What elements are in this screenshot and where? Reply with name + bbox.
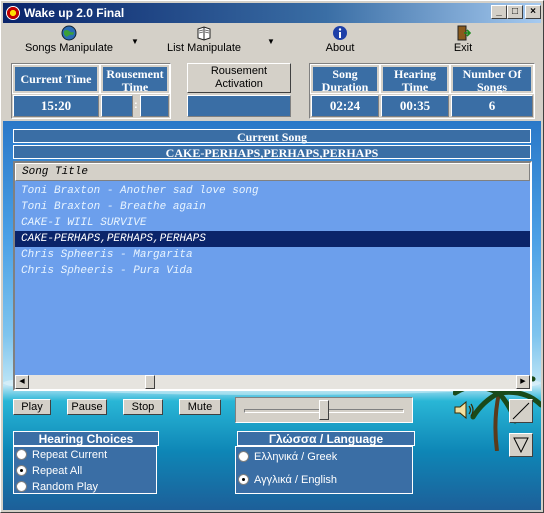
radio-icon[interactable]: [238, 451, 249, 462]
slope-up-icon: [512, 402, 530, 420]
volume-slider[interactable]: [235, 397, 413, 423]
songs-manipulate-dropdown-icon[interactable]: ▼: [131, 37, 139, 46]
random-play-label: Random Play: [32, 481, 99, 493]
number-of-songs-label: Number Of Songs: [450, 64, 534, 94]
list-item[interactable]: Toni Braxton - Breathe again: [15, 199, 530, 215]
greek-radio[interactable]: Ελληνικά / Greek: [238, 450, 337, 465]
globe-icon: [61, 25, 77, 41]
list-item[interactable]: Toni Braxton - Another sad love song: [15, 183, 530, 199]
radio-icon[interactable]: [16, 449, 27, 460]
exit-menu[interactable]: Exit: [447, 25, 479, 59]
rousement-time-label: Rousement Time: [100, 64, 170, 94]
playlist[interactable]: Song Title Toni Braxton - Another sad lo…: [13, 161, 532, 391]
exit-door-icon: [457, 25, 471, 41]
language-title: Γλώσσα / Language: [237, 431, 415, 446]
volume-slider-thumb[interactable]: [319, 400, 329, 420]
song-duration-label: Song Duration: [310, 64, 380, 94]
list-manipulate-dropdown-icon[interactable]: ▼: [267, 37, 275, 46]
minimize-button[interactable]: _: [491, 5, 507, 19]
radio-icon[interactable]: [16, 481, 27, 492]
close-button[interactable]: ×: [525, 5, 541, 19]
songs-manipulate-label: Songs Manipulate: [24, 42, 114, 54]
horizontal-scrollbar[interactable]: ◀ ▶: [15, 375, 530, 389]
english-label: Αγγλικά / English: [254, 474, 338, 486]
list-manipulate-label: List Manipulate: [167, 42, 241, 54]
number-of-songs-value: 6: [451, 95, 533, 117]
list-manipulate-menu[interactable]: List Manipulate: [161, 25, 247, 59]
rousement-hour-input[interactable]: [101, 95, 133, 117]
greek-label: Ελληνικά / Greek: [254, 451, 338, 463]
window-title: Wake up 2.0 Final: [24, 6, 125, 20]
list-item-selected[interactable]: CAKE-PERHAPS,PERHAPS,PERHAPS: [15, 231, 530, 247]
list-item[interactable]: Chris Spheeris - Pura Vida: [15, 263, 530, 279]
hearing-choices-title: Hearing Choices: [13, 431, 159, 446]
song-title-column-header[interactable]: Song Title: [15, 163, 530, 181]
about-label: About: [325, 42, 355, 54]
repeat-current-label: Repeat Current: [32, 449, 108, 461]
app-window: Wake up 2.0 Final _ □ × Songs Manipulate…: [0, 0, 544, 513]
hearing-choices-body: Repeat Current Repeat All Random Play: [13, 446, 157, 494]
song-duration-value: 02:24: [311, 95, 379, 117]
triangle-down-icon: [513, 437, 529, 454]
about-menu[interactable]: About: [319, 25, 361, 59]
info-icon: [333, 26, 347, 40]
current-song-value: CAKE-PERHAPS,PERHAPS,PERHAPS: [13, 145, 531, 160]
maximize-button[interactable]: □: [507, 5, 523, 19]
rousement-activation-status: [187, 95, 291, 117]
repeat-current-radio[interactable]: Repeat Current: [16, 448, 107, 463]
scrollbar-thumb[interactable]: [145, 375, 155, 389]
hearing-time-label: Hearing Time: [380, 64, 450, 94]
pause-button[interactable]: Pause: [67, 399, 107, 415]
app-icon: [6, 6, 20, 20]
info-panel: Current Time Rousement Time 15:20 : Rous…: [3, 61, 541, 121]
book-icon: [197, 26, 211, 41]
songs-manipulate-menu[interactable]: Songs Manipulate: [17, 25, 121, 59]
repeat-all-label: Repeat All: [32, 465, 83, 477]
language-body: Ελληνικά / Greek Αγγλικά / English: [235, 446, 413, 494]
rousement-minute-input[interactable]: [140, 95, 169, 117]
mute-button[interactable]: Mute: [179, 399, 221, 415]
toolbar: Songs Manipulate ▼ List Manipulate ▼ Abo…: [3, 23, 541, 61]
random-play-radio[interactable]: Random Play: [16, 480, 98, 495]
play-button[interactable]: Play: [13, 399, 51, 415]
scroll-right-icon[interactable]: ▶: [516, 375, 530, 389]
radio-selected-icon[interactable]: [238, 474, 249, 485]
radio-selected-icon[interactable]: [16, 465, 27, 476]
repeat-all-radio[interactable]: Repeat All: [16, 464, 82, 479]
rousement-activation-button[interactable]: Rousement Activation: [187, 63, 291, 93]
stop-button[interactable]: Stop: [123, 399, 163, 415]
title-bar[interactable]: Wake up 2.0 Final _ □ ×: [3, 3, 541, 23]
hearing-time-value: 00:35: [381, 95, 449, 117]
current-song-label: Current Song: [13, 129, 531, 144]
exit-label: Exit: [453, 42, 473, 54]
current-time-value: 15:20: [13, 95, 99, 117]
volume-up-button[interactable]: [509, 399, 533, 423]
speaker-icon[interactable]: [453, 399, 475, 421]
current-time-label: Current Time: [12, 64, 100, 94]
english-radio[interactable]: Αγγλικά / English: [238, 473, 337, 488]
scroll-left-icon[interactable]: ◀: [15, 375, 29, 389]
list-item[interactable]: Chris Spheeris - Margarita: [15, 247, 530, 263]
volume-down-button[interactable]: [509, 433, 533, 457]
list-item[interactable]: CAKE-I WIIL SURVIVE: [15, 215, 530, 231]
